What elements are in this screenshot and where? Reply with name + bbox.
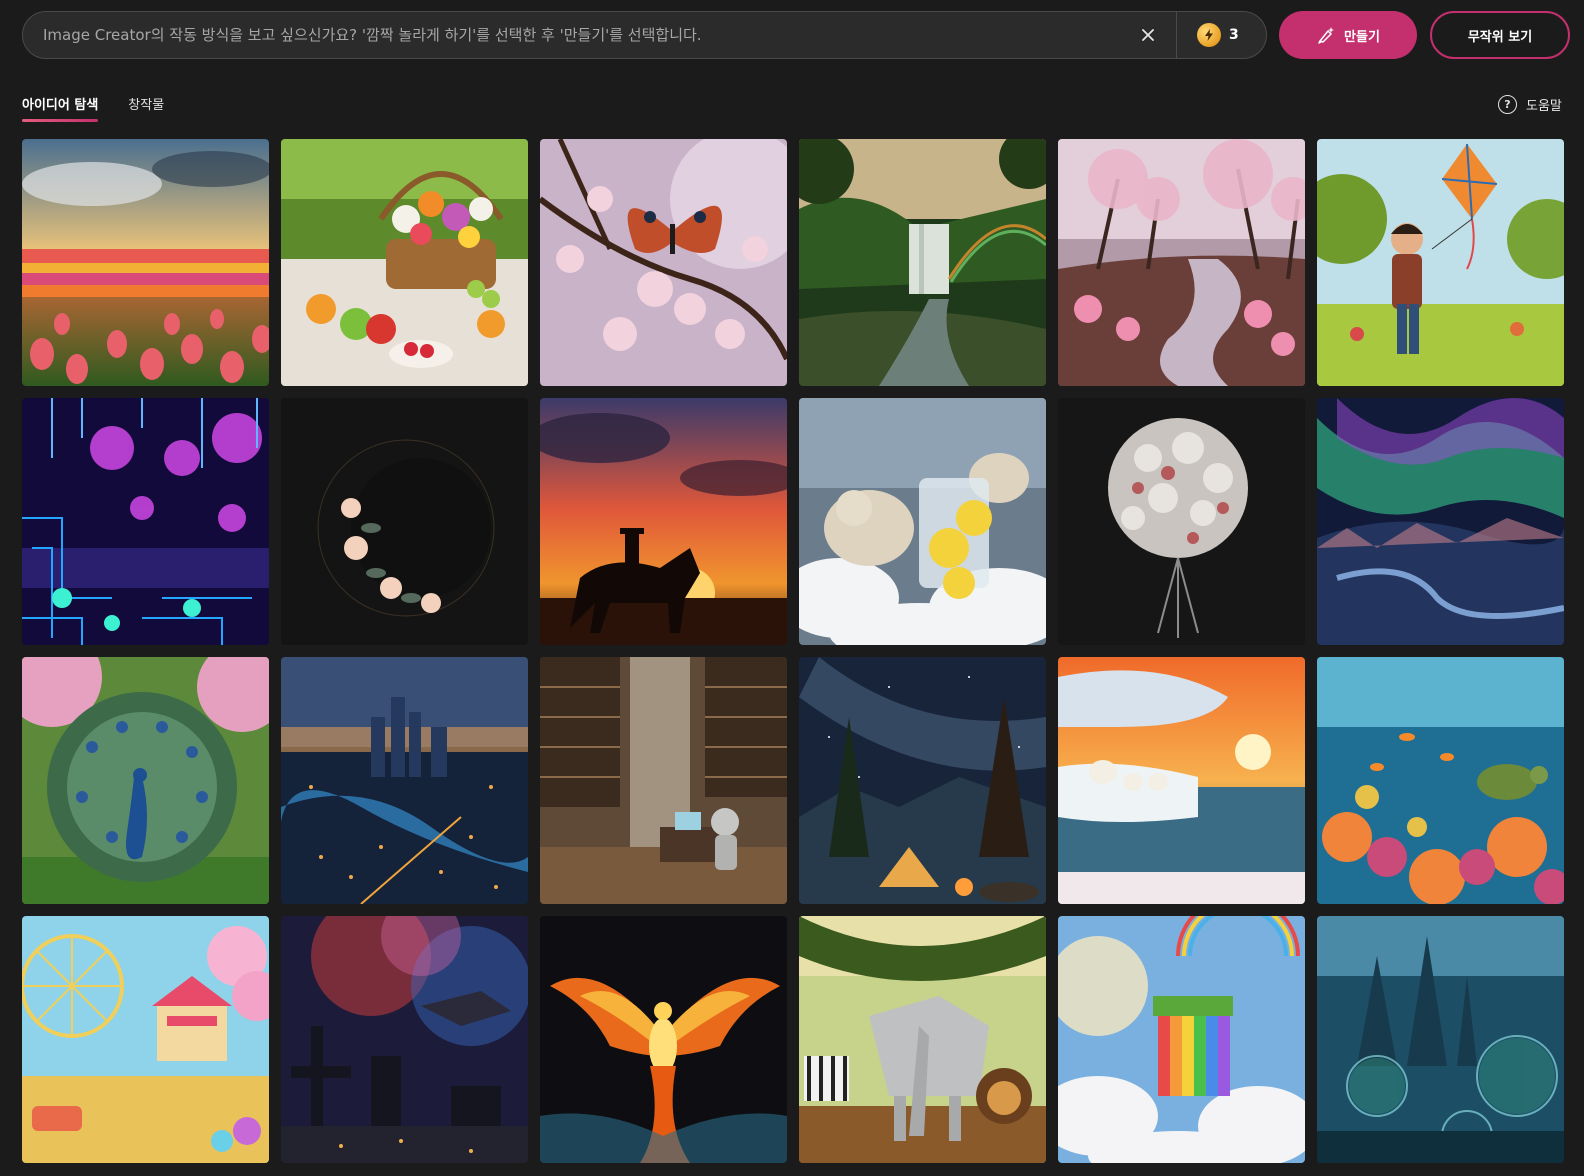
gallery-tile-city-night[interactable] [281,657,528,904]
underwater-city-image [1317,916,1564,1163]
gallery-tile-metal-bouquet[interactable] [1058,398,1305,645]
gallery-tile-space-city[interactable] [281,916,528,1163]
iceberg-bears-image [1058,657,1305,904]
prompt-input[interactable] [23,12,1120,58]
peacock-image [22,657,269,904]
metal-bouquet-image [1058,398,1305,645]
floral-moon-image [281,398,528,645]
picnic-basket-image [281,139,528,386]
pen-sparkle-icon [1318,27,1335,44]
blossom-river-image [1058,139,1305,386]
boost-count: 3 [1229,27,1239,43]
close-icon [1142,29,1154,41]
lightning-coin-icon [1197,23,1221,47]
image-creator-page: 3 만들기 무작위 보기 아이디어 탐색 창작물 ? 도움말 [0,0,1584,1176]
gallery-tile-blossom-river[interactable] [1058,139,1305,386]
gallery-tile-bears-lemonade[interactable] [799,398,1046,645]
create-button-label: 만들기 [1344,29,1380,45]
gallery-tile-robot-library[interactable] [540,657,787,904]
prompt-bar: 3 [22,11,1267,59]
city-night-image [281,657,528,904]
help-link[interactable]: ? 도움말 [1498,95,1562,114]
carnival-image [22,916,269,1163]
gallery-tile-aurora[interactable] [1317,398,1564,645]
create-button[interactable]: 만들기 [1279,11,1417,59]
origami-safari-image [799,916,1046,1163]
space-city-image [281,916,528,1163]
gallery-tile-butterfly-blossom[interactable] [540,139,787,386]
gallery-tile-campsite[interactable] [799,657,1046,904]
question-circle-icon: ? [1498,95,1517,114]
gallery-tile-floral-moon[interactable] [281,398,528,645]
clear-button[interactable] [1120,12,1176,58]
coral-reef-image [1317,657,1564,904]
gallery-tile-carnival[interactable] [22,916,269,1163]
jungle-waterfall-image [799,139,1046,386]
gallery-tile-cowboy-sunset[interactable] [540,398,787,645]
gallery-tile-picnic-basket[interactable] [281,139,528,386]
tab-bar: 아이디어 탐색 창작물 [22,94,164,122]
boost-counter[interactable]: 3 [1176,12,1266,58]
campsite-image [799,657,1046,904]
gallery-tile-neon-garden[interactable] [22,398,269,645]
gallery-tile-tulip-field[interactable] [22,139,269,386]
butterfly-blossom-image [540,139,787,386]
tab-creations[interactable]: 창작물 [128,94,164,122]
gallery-tile-iceberg-bears[interactable] [1058,657,1305,904]
gallery-tile-underwater-city[interactable] [1317,916,1564,1163]
cowboy-sunset-image [540,398,787,645]
gallery-tile-peacock[interactable] [22,657,269,904]
rainbow-falls-image [1058,916,1305,1163]
gallery-tile-kite-boy[interactable] [1317,139,1564,386]
neon-garden-image [22,398,269,645]
aurora-image [1317,398,1564,645]
gallery-tile-jungle-waterfall[interactable] [799,139,1046,386]
gallery-tile-origami-safari[interactable] [799,916,1046,1163]
surprise-me-label: 무작위 보기 [1467,29,1533,45]
help-label: 도움말 [1526,99,1562,114]
gallery-tile-rainbow-falls[interactable] [1058,916,1305,1163]
gallery-tile-coral-reef[interactable] [1317,657,1564,904]
kite-boy-image [1317,139,1564,386]
tulip-field-image [22,139,269,386]
gallery-tile-phoenix[interactable] [540,916,787,1163]
tab-explore-ideas[interactable]: 아이디어 탐색 [22,94,99,122]
phoenix-image [540,916,787,1163]
surprise-me-button[interactable]: 무작위 보기 [1430,11,1570,59]
idea-gallery [22,139,1564,1163]
bears-lemonade-image [799,398,1046,645]
robot-library-image [540,657,787,904]
